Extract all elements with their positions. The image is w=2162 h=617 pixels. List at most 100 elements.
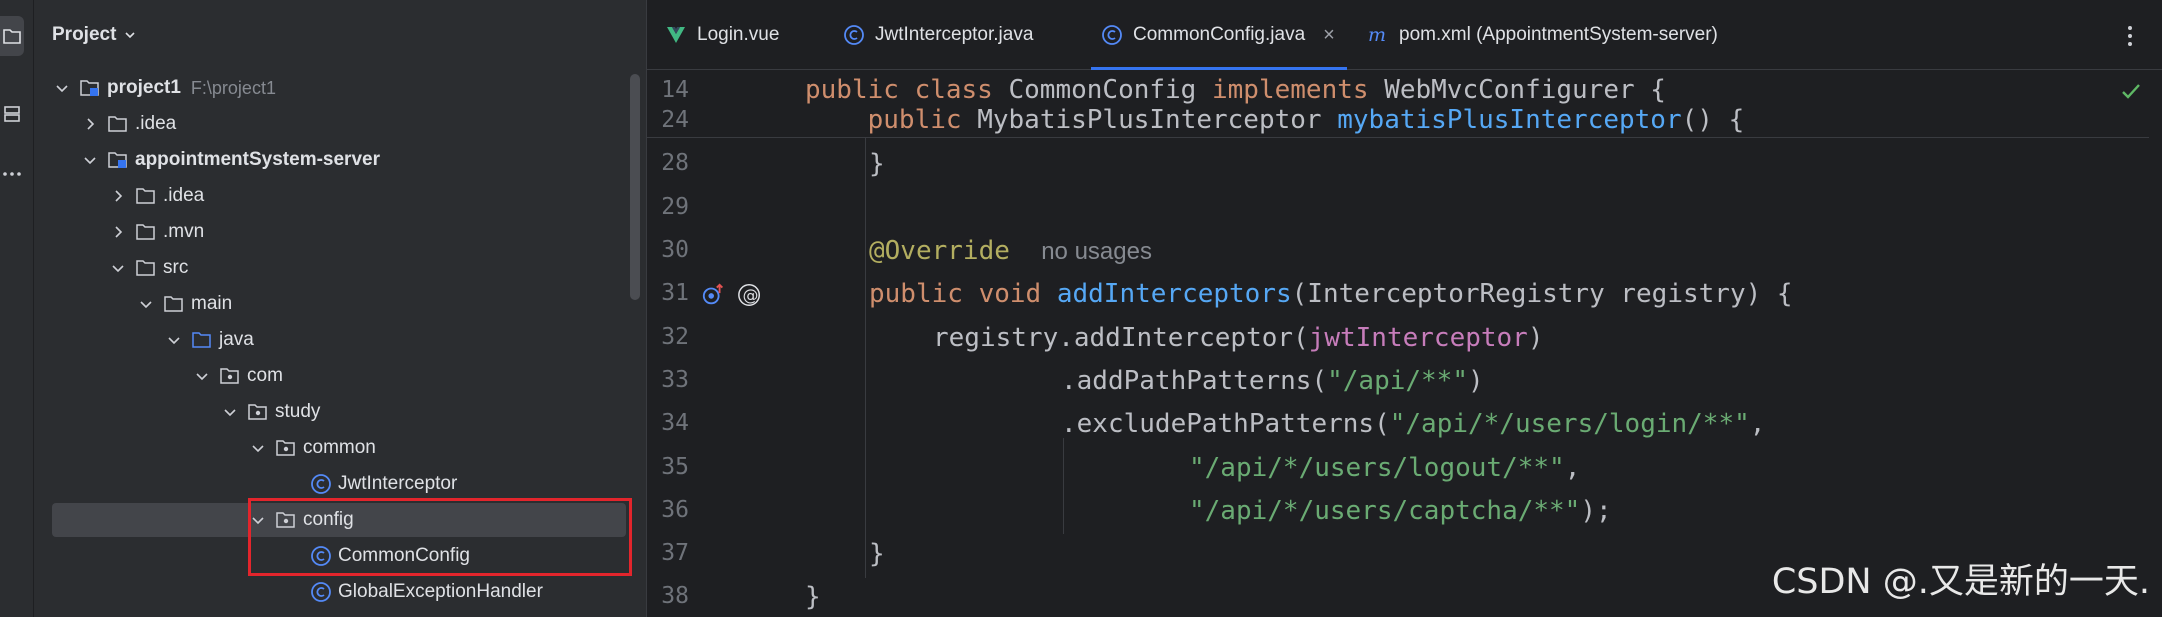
tree-item-idea[interactable]: .idea	[34, 106, 634, 142]
tree-item-label: main	[191, 293, 233, 314]
tree-item-label: project1	[107, 77, 181, 98]
inlay-hint[interactable]: no usages	[1041, 238, 1152, 265]
code-line-30[interactable]: @Override no usages	[869, 235, 1152, 267]
folder-icon	[136, 223, 156, 241]
tree-scrollbar[interactable]	[630, 74, 640, 300]
chevron-right-icon[interactable]	[110, 188, 126, 204]
code-area[interactable]: 28 29 30 31 32 33 34 35 36 37 38 } @Over…	[647, 70, 2162, 617]
close-icon[interactable]: ×	[1323, 24, 1335, 47]
overrides-method-icon[interactable]	[701, 281, 729, 309]
tree-item-path: F:\project1	[190, 77, 276, 98]
tree-item-label: JwtInterceptor	[338, 473, 458, 494]
annotation-gutter-icon[interactable]: @	[737, 282, 761, 308]
tab-label: CommonConfig.java	[1133, 24, 1306, 45]
chevron-down-icon[interactable]	[222, 404, 238, 420]
tool-window-strip	[0, 0, 34, 617]
tree-item-mvn[interactable]: .mvn	[34, 214, 634, 250]
chevron-down-icon[interactable]	[110, 260, 126, 276]
svg-text:@: @	[742, 286, 758, 305]
panel-title: Project	[52, 24, 117, 45]
code-line-34[interactable]: .excludePathPatterns("/api/*/users/login…	[1061, 408, 1765, 440]
more-vertical-icon[interactable]	[2127, 24, 2133, 48]
folder-icon	[108, 115, 128, 133]
project-tool-button[interactable]	[0, 16, 24, 56]
package-icon	[276, 439, 296, 457]
package-icon	[248, 403, 268, 421]
vue-icon	[665, 24, 687, 46]
line-number: 38	[661, 583, 689, 609]
tab-label: Login.vue	[697, 24, 780, 45]
tab-common-config-java[interactable]: CommonConfig.java ×	[1091, 0, 1347, 70]
chevron-down-icon[interactable]	[124, 29, 136, 41]
tree-item-label: GlobalExceptionHandler	[338, 581, 543, 602]
project-panel-header[interactable]: Project	[34, 0, 646, 70]
tree-item-global-exception-handler[interactable]: GlobalExceptionHandler	[34, 574, 634, 610]
tree-item-label: src	[163, 257, 189, 278]
line-number: 35	[661, 454, 689, 480]
tree-item-com[interactable]: com	[34, 358, 634, 394]
code-line-36[interactable]: "/api/*/users/captcha/**");	[1189, 495, 1612, 527]
line-number: 28	[661, 150, 689, 176]
line-number: 34	[661, 410, 689, 436]
editor-tab-bar: Login.vue JwtInterceptor.java CommonConf…	[647, 0, 2162, 70]
line-number: 33	[661, 367, 689, 393]
tab-label: JwtInterceptor.java	[875, 24, 1034, 45]
tree-item-appointment-system-server[interactable]: appointmentSystem-server	[34, 142, 634, 178]
tree-item-label: .idea	[135, 113, 177, 134]
chevron-down-icon[interactable]	[166, 332, 182, 348]
line-number: 29	[661, 194, 689, 220]
source-folder-icon	[192, 331, 212, 349]
chevron-down-icon[interactable]	[138, 296, 154, 312]
tree-item-main[interactable]: main	[34, 286, 634, 322]
tree-item-src[interactable]: src	[34, 250, 634, 286]
chevron-down-icon[interactable]	[194, 368, 210, 384]
tree-item-project1[interactable]: project1 F:\project1	[34, 70, 634, 106]
checkmark-icon[interactable]	[2120, 80, 2142, 102]
tree-item-label: com	[247, 365, 283, 386]
package-icon	[220, 367, 240, 385]
tree-item-label: .mvn	[163, 221, 205, 242]
tree-item-idea-2[interactable]: .idea	[34, 178, 634, 214]
tab-jwt-interceptor-java[interactable]: JwtInterceptor.java	[843, 0, 1033, 70]
folder-icon	[136, 259, 156, 277]
watermark: CSDN @.又是新的一天.	[1771, 562, 2150, 602]
tab-login-vue[interactable]: Login.vue	[665, 0, 779, 70]
svg-text:m: m	[1368, 24, 1386, 46]
chevron-down-icon[interactable]	[250, 440, 266, 456]
line-number: 37	[661, 540, 689, 566]
chevron-down-icon[interactable]	[54, 80, 70, 96]
line-number: 31	[661, 280, 689, 306]
line-number: 30	[661, 237, 689, 263]
maven-icon: m	[1367, 24, 1389, 46]
code-line-37[interactable]: }	[869, 538, 885, 570]
chevron-right-icon[interactable]	[110, 224, 126, 240]
code-line-28[interactable]: }	[869, 148, 885, 180]
structure-icon	[4, 106, 20, 122]
tree-item-common[interactable]: common	[34, 430, 634, 466]
tree-item-label: common	[303, 437, 376, 458]
module-folder-icon	[108, 151, 128, 169]
line-number: 32	[661, 324, 689, 350]
code-line-31[interactable]: public void addInterceptors(InterceptorR…	[869, 278, 1793, 310]
more-dots-icon	[3, 172, 21, 176]
tree-item-study[interactable]: study	[34, 394, 634, 430]
chevron-right-icon[interactable]	[82, 116, 98, 132]
red-highlight-annotation	[248, 498, 632, 576]
module-folder-icon	[80, 79, 100, 97]
chevron-down-icon[interactable]	[82, 152, 98, 168]
more-tools-button[interactable]	[0, 154, 24, 194]
class-icon	[310, 581, 332, 603]
code-line-33[interactable]: .addPathPatterns("/api/**")	[1061, 365, 1484, 397]
folder-icon	[164, 295, 184, 313]
code-line-32[interactable]: registry.addInterceptor(jwtInterceptor)	[933, 322, 1544, 354]
tab-pom-xml[interactable]: m pom.xml (AppointmentSystem-server)	[1367, 0, 1718, 70]
class-icon	[843, 24, 865, 46]
tree-item-java[interactable]: java	[34, 322, 634, 358]
tree-item-jwt-interceptor[interactable]: JwtInterceptor	[34, 466, 634, 502]
project-panel: Project project1 F:\project1 .idea appoi…	[34, 0, 646, 617]
tab-label: pom.xml (AppointmentSystem-server)	[1399, 24, 1718, 45]
code-line-38[interactable]: }	[805, 581, 821, 613]
code-line-35[interactable]: "/api/*/users/logout/**",	[1189, 452, 1580, 484]
structure-tool-button[interactable]	[0, 94, 24, 134]
folder-icon	[136, 187, 156, 205]
